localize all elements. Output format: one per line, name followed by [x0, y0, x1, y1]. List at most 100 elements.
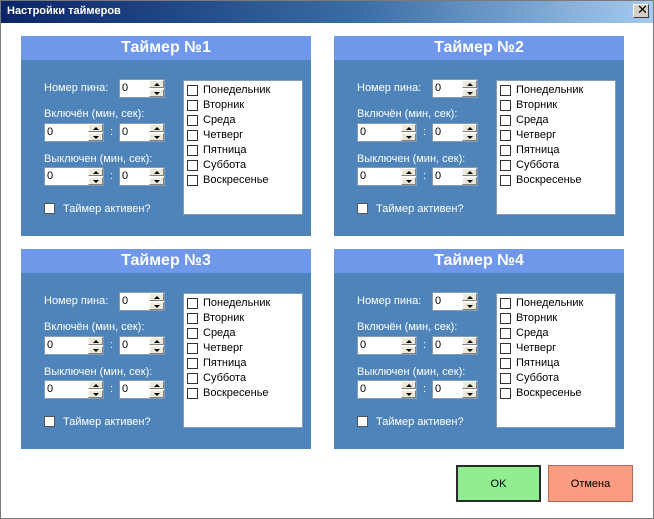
- weekday-checkbox[interactable]: [500, 160, 511, 171]
- spin-down-icon[interactable]: [462, 390, 477, 398]
- timer-active-checkbox[interactable]: [44, 203, 55, 214]
- off-seconds-stepper[interactable]: 0: [119, 380, 165, 399]
- on-seconds-stepper[interactable]: 0: [432, 123, 478, 142]
- spin-up-icon[interactable]: [462, 80, 477, 88]
- spin-down-icon[interactable]: [462, 133, 477, 141]
- off-seconds-stepper-value[interactable]: 0: [435, 383, 441, 395]
- weekday-checkbox[interactable]: [500, 85, 511, 96]
- weekday-checkbox[interactable]: [500, 130, 511, 141]
- spin-up-icon[interactable]: [88, 381, 103, 389]
- spin-down-icon[interactable]: [401, 390, 416, 398]
- off-seconds-stepper[interactable]: 0: [432, 167, 478, 186]
- spin-down-icon[interactable]: [149, 390, 164, 398]
- on-minutes-stepper[interactable]: 0: [357, 336, 417, 355]
- timer-active-checkbox[interactable]: [357, 416, 368, 427]
- on-minutes-stepper[interactable]: 0: [357, 123, 417, 142]
- weekday-checkbox[interactable]: [500, 100, 511, 111]
- spin-down-icon[interactable]: [462, 177, 477, 185]
- weekday-checkbox[interactable]: [187, 388, 198, 399]
- weekday-checkbox[interactable]: [500, 343, 511, 354]
- spin-down-icon[interactable]: [149, 302, 164, 310]
- weekday-checkbox[interactable]: [187, 85, 198, 96]
- weekday-list[interactable]: Понедельник Вторник Среда Четверг Пятница Суб…: [496, 293, 616, 428]
- spin-down-icon[interactable]: [88, 177, 103, 185]
- weekday-checkbox[interactable]: [500, 145, 511, 156]
- weekday-checkbox[interactable]: [187, 115, 198, 126]
- off-minutes-stepper-value[interactable]: 0: [360, 170, 366, 182]
- weekday-checkbox[interactable]: [500, 358, 511, 369]
- weekday-checkbox[interactable]: [500, 373, 511, 384]
- on-minutes-stepper[interactable]: 0: [44, 123, 104, 142]
- weekday-list[interactable]: Понедельник Вторник Среда Четверг Пятница Суб…: [183, 293, 303, 428]
- off-minutes-stepper-value[interactable]: 0: [360, 383, 366, 395]
- spin-up-icon[interactable]: [401, 168, 416, 176]
- on-seconds-stepper-value[interactable]: 0: [435, 339, 441, 351]
- spin-up-icon[interactable]: [149, 337, 164, 345]
- spin-up-icon[interactable]: [149, 293, 164, 301]
- cancel-button[interactable]: Отмена: [548, 465, 633, 502]
- close-button[interactable]: ✕: [633, 4, 649, 18]
- spin-up-icon[interactable]: [462, 381, 477, 389]
- on-seconds-stepper-value[interactable]: 0: [122, 126, 128, 138]
- weekday-checkbox[interactable]: [187, 130, 198, 141]
- spin-up-icon[interactable]: [88, 337, 103, 345]
- spin-up-icon[interactable]: [462, 337, 477, 345]
- off-minutes-stepper[interactable]: 0: [44, 380, 104, 399]
- off-minutes-stepper-value[interactable]: 0: [47, 170, 53, 182]
- weekday-checkbox[interactable]: [187, 373, 198, 384]
- weekday-checkbox[interactable]: [187, 298, 198, 309]
- weekday-checkbox[interactable]: [187, 175, 198, 186]
- spin-down-icon[interactable]: [88, 346, 103, 354]
- pin-stepper-value[interactable]: 0: [435, 295, 441, 307]
- spin-down-icon[interactable]: [462, 89, 477, 97]
- spin-down-icon[interactable]: [149, 133, 164, 141]
- on-minutes-stepper-value[interactable]: 0: [47, 339, 53, 351]
- off-seconds-stepper[interactable]: 0: [119, 167, 165, 186]
- on-seconds-stepper[interactable]: 0: [119, 123, 165, 142]
- pin-stepper-value[interactable]: 0: [122, 82, 128, 94]
- on-seconds-stepper[interactable]: 0: [119, 336, 165, 355]
- on-seconds-stepper-value[interactable]: 0: [435, 126, 441, 138]
- pin-stepper[interactable]: 0: [432, 79, 478, 98]
- off-minutes-stepper[interactable]: 0: [357, 380, 417, 399]
- weekday-list[interactable]: Понедельник Вторник Среда Четверг Пятница Суб…: [496, 80, 616, 215]
- off-seconds-stepper[interactable]: 0: [432, 380, 478, 399]
- off-minutes-stepper[interactable]: 0: [357, 167, 417, 186]
- weekday-list[interactable]: Понедельник Вторник Среда Четверг Пятница Суб…: [183, 80, 303, 215]
- spin-down-icon[interactable]: [88, 133, 103, 141]
- pin-stepper[interactable]: 0: [119, 292, 165, 311]
- weekday-checkbox[interactable]: [187, 328, 198, 339]
- spin-up-icon[interactable]: [88, 168, 103, 176]
- off-seconds-stepper-value[interactable]: 0: [122, 170, 128, 182]
- weekday-checkbox[interactable]: [500, 298, 511, 309]
- spin-up-icon[interactable]: [149, 80, 164, 88]
- spin-down-icon[interactable]: [88, 390, 103, 398]
- spin-down-icon[interactable]: [462, 346, 477, 354]
- weekday-checkbox[interactable]: [187, 160, 198, 171]
- spin-up-icon[interactable]: [88, 124, 103, 132]
- pin-stepper-value[interactable]: 0: [435, 82, 441, 94]
- spin-up-icon[interactable]: [462, 124, 477, 132]
- weekday-checkbox[interactable]: [500, 313, 511, 324]
- pin-stepper[interactable]: 0: [119, 79, 165, 98]
- pin-stepper-value[interactable]: 0: [122, 295, 128, 307]
- on-minutes-stepper[interactable]: 0: [44, 336, 104, 355]
- timer-active-checkbox[interactable]: [44, 416, 55, 427]
- close-icon[interactable]: ✕: [637, 4, 648, 18]
- pin-stepper[interactable]: 0: [432, 292, 478, 311]
- on-minutes-stepper-value[interactable]: 0: [360, 339, 366, 351]
- weekday-checkbox[interactable]: [187, 358, 198, 369]
- weekday-checkbox[interactable]: [500, 328, 511, 339]
- weekday-checkbox[interactable]: [187, 100, 198, 111]
- off-minutes-stepper[interactable]: 0: [44, 167, 104, 186]
- spin-down-icon[interactable]: [149, 89, 164, 97]
- spin-up-icon[interactable]: [401, 337, 416, 345]
- weekday-checkbox[interactable]: [187, 313, 198, 324]
- on-minutes-stepper-value[interactable]: 0: [360, 126, 366, 138]
- spin-up-icon[interactable]: [401, 381, 416, 389]
- spin-up-icon[interactable]: [462, 168, 477, 176]
- weekday-checkbox[interactable]: [187, 343, 198, 354]
- spin-up-icon[interactable]: [462, 293, 477, 301]
- spin-up-icon[interactable]: [401, 124, 416, 132]
- weekday-checkbox[interactable]: [500, 388, 511, 399]
